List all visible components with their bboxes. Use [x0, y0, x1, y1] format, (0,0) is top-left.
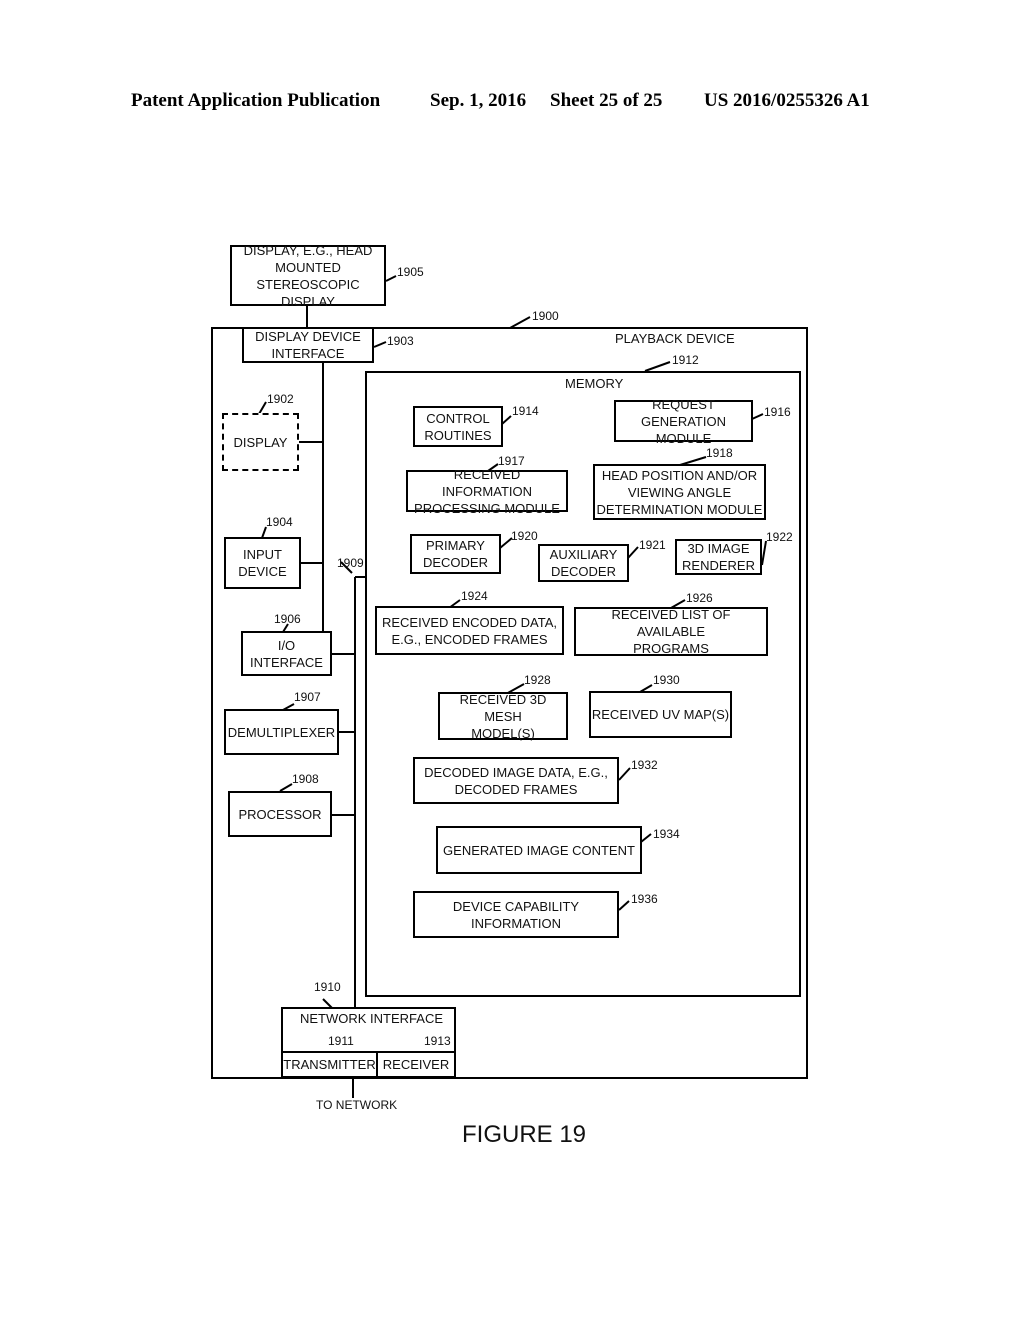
module-label: GENERATED IMAGE CONTENT — [443, 842, 635, 858]
primary-decoder-module[interactable]: PRIMARY DECODER — [410, 534, 501, 574]
sheet-number: Sheet 25 of 25 — [550, 90, 663, 111]
received-3d-mesh-model-module[interactable]: RECEIVED 3D MESH MODEL(S) — [438, 691, 568, 741]
patent-number: US 2016/0255326 A1 — [704, 90, 870, 111]
ref-1900: 1900 — [532, 309, 559, 323]
display-device-interface-label: DISPLAY DEVICE INTERFACE — [255, 329, 361, 361]
to-network-label: TO NETWORK — [316, 1098, 398, 1112]
module-label: CONTROL ROUTINES — [424, 410, 492, 443]
device-capability-information-module[interactable]: DEVICE CAPABILITY INFORMATION — [413, 891, 619, 938]
received-uv-map-module[interactable]: RECEIVED UV MAP(S) — [589, 691, 732, 738]
decoded-image-data-module[interactable]: DECODED IMAGE DATA, E.G., DECODED FRAMES — [413, 757, 619, 804]
receiver-box[interactable]: RECEIVER — [376, 1051, 456, 1078]
ref-1914: 1914 — [512, 404, 539, 418]
module-label: RECEIVED INFORMATION PROCESSING MODULE — [414, 466, 560, 516]
ref-1932: 1932 — [631, 758, 658, 772]
ref-1913: 1913 — [424, 1034, 451, 1048]
transmitter-box[interactable]: TRANSMITTER — [281, 1051, 378, 1078]
io-interface-box[interactable]: I/O INTERFACE — [241, 631, 332, 676]
head-position-determination-module[interactable]: HEAD POSITION AND/OR VIEWING ANGLE DETER… — [593, 464, 766, 520]
ref-1907: 1907 — [294, 690, 321, 704]
input-device-label: INPUT DEVICE — [238, 547, 287, 579]
display-device-interface[interactable]: DISPLAY DEVICE INTERFACE — [242, 327, 374, 363]
ref-1909: 1909 — [337, 556, 364, 570]
module-label: RECEIVED ENCODED DATA, E.G., ENCODED FRA… — [381, 614, 558, 647]
module-label: REQUEST GENERATION MODULE — [641, 396, 726, 446]
request-generation-module[interactable]: REQUEST GENERATION MODULE — [614, 397, 753, 446]
external-head-mounted-display[interactable]: DISPLAY, E.G., HEAD MOUNTED STEREOSCOPIC… — [230, 243, 386, 309]
ref-1936: 1936 — [631, 892, 658, 906]
publication-label: Patent Application Publication — [131, 90, 381, 111]
network-interface-label: NETWORK INTERFACE — [300, 1011, 444, 1026]
external-display-label: DISPLAY, E.G., HEAD MOUNTED STEREOSCOPIC… — [243, 242, 373, 309]
module-label: 3D IMAGE RENDERER — [682, 541, 755, 573]
ref-1905: 1905 — [397, 265, 424, 279]
ref-1911: 1911 — [328, 1034, 354, 1048]
received-information-processing-module[interactable]: RECEIVED INFORMATION PROCESSING MODULE — [406, 467, 568, 516]
received-encoded-data-module[interactable]: RECEIVED ENCODED DATA, E.G., ENCODED FRA… — [375, 606, 564, 655]
ref-1922: 1922 — [766, 530, 793, 544]
ref-1917: 1917 — [498, 454, 525, 468]
ref-1918: 1918 — [706, 446, 733, 460]
ref-1926: 1926 — [686, 591, 713, 605]
processor-label: PROCESSOR — [238, 806, 322, 822]
module-label: RECEIVED 3D MESH MODEL(S) — [459, 691, 547, 741]
ref-1906: 1906 — [274, 612, 301, 626]
module-label: DECODED IMAGE DATA, E.G., DECODED FRAMES — [424, 764, 608, 797]
ref-1904: 1904 — [266, 515, 293, 529]
received-program-list-module[interactable]: RECEIVED LIST OF AVAILABLE PROGRAMS — [574, 607, 768, 656]
auxiliary-decoder-module[interactable]: AUXILIARY DECODER — [538, 544, 629, 582]
ref-1934: 1934 — [653, 827, 680, 841]
module-label: AUXILIARY DECODER — [549, 547, 618, 579]
publication-date: Sep. 1, 2016 — [430, 90, 527, 111]
ref-1920: 1920 — [511, 529, 538, 543]
transmitter-label: TRANSMITTER — [283, 1057, 376, 1072]
display-label: DISPLAY — [233, 434, 288, 450]
ref-1921: 1921 — [639, 538, 666, 552]
memory-label: MEMORY — [565, 376, 624, 391]
module-label: DEVICE CAPABILITY INFORMATION — [452, 898, 580, 931]
3d-image-renderer-module[interactable]: 3D IMAGE RENDERER — [675, 539, 762, 575]
receiver-label: RECEIVER — [382, 1057, 450, 1072]
display-box[interactable]: DISPLAY — [222, 413, 299, 471]
demultiplexer-label: DEMULTIPLEXER — [227, 724, 336, 740]
ref-1910: 1910 — [314, 980, 341, 994]
module-label: RECEIVED LIST OF AVAILABLE PROGRAMS — [611, 607, 731, 656]
figure-caption: FIGURE 19 — [462, 1121, 587, 1148]
playback-device-label: PLAYBACK DEVICE — [615, 331, 735, 346]
ref-1928: 1928 — [524, 673, 551, 687]
ref-1912: 1912 — [672, 353, 699, 367]
ref-1930: 1930 — [653, 673, 680, 687]
ref-1908: 1908 — [292, 772, 319, 786]
processor-box[interactable]: PROCESSOR — [228, 791, 332, 837]
module-label: RECEIVED UV MAP(S) — [591, 707, 730, 722]
demultiplexer-box[interactable]: DEMULTIPLEXER — [224, 709, 339, 755]
control-routines-module[interactable]: CONTROL ROUTINES — [413, 406, 503, 447]
module-label: HEAD POSITION AND/OR VIEWING ANGLE DETER… — [596, 467, 763, 517]
generated-image-content-module[interactable]: GENERATED IMAGE CONTENT — [436, 826, 642, 874]
module-label: PRIMARY DECODER — [422, 538, 488, 570]
ref-1916: 1916 — [764, 405, 791, 419]
input-device-box[interactable]: INPUT DEVICE — [224, 537, 301, 589]
ref-1924: 1924 — [461, 589, 488, 603]
ref-1902: 1902 — [267, 392, 294, 406]
ref-1903: 1903 — [387, 334, 414, 348]
io-interface-label: I/O INTERFACE — [250, 637, 323, 670]
